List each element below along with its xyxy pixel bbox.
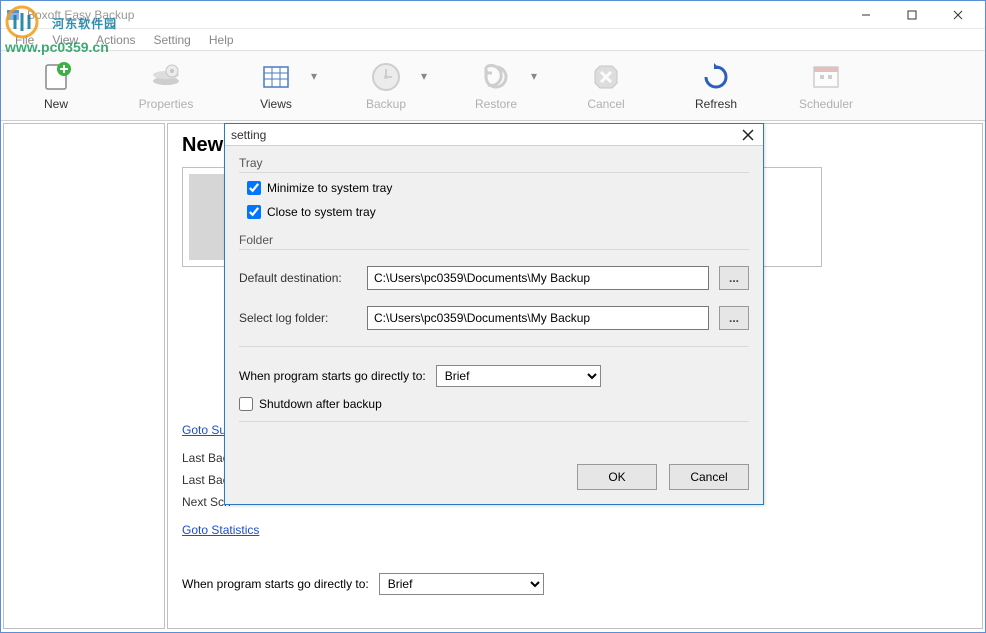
maximize-button[interactable] (889, 1, 935, 29)
app-icon (5, 7, 21, 23)
toolbar-refresh-label: Refresh (695, 97, 737, 111)
properties-icon (150, 61, 182, 93)
settings-dialog: setting Tray Minimize to system tray Clo… (224, 123, 764, 505)
shutdown-checkbox[interactable] (239, 397, 253, 411)
menu-help[interactable]: Help (201, 31, 242, 49)
dialog-titlebar: setting (225, 124, 763, 146)
shutdown-row[interactable]: Shutdown after backup (239, 397, 749, 411)
toolbar-restore: Restore ▾ (441, 55, 551, 117)
close-tray-checkbox[interactable] (247, 205, 261, 219)
cancel-icon (590, 61, 622, 93)
dialog-close-button[interactable] (739, 126, 757, 144)
goto-statistics-link[interactable]: Goto Statistics (182, 523, 259, 537)
chevron-down-icon: ▾ (531, 69, 541, 83)
minimize-button[interactable] (843, 1, 889, 29)
menu-setting[interactable]: Setting (146, 31, 199, 49)
window-title: Boxoft Easy Backup (27, 8, 843, 22)
folder-section-label: Folder (239, 233, 749, 250)
restore-icon (480, 61, 512, 93)
log-folder-input[interactable] (367, 306, 709, 330)
backup-icon (370, 61, 402, 93)
dialog-start-label: When program starts go directly to: (239, 369, 426, 383)
minimize-tray-label: Minimize to system tray (267, 181, 392, 195)
toolbar-views-label: Views (260, 97, 292, 111)
toolbar-new-label: New (44, 97, 68, 111)
menu-view[interactable]: View (44, 31, 86, 49)
menu-bar: File View Actions Setting Help (1, 29, 985, 51)
dialog-title: setting (231, 128, 739, 142)
sidebar (3, 123, 165, 629)
default-dest-label: Default destination: (239, 271, 357, 285)
minimize-tray-row[interactable]: Minimize to system tray (247, 181, 749, 195)
log-folder-browse-button[interactable]: ... (719, 306, 749, 330)
title-bar: Boxoft Easy Backup (1, 1, 985, 29)
chevron-down-icon: ▾ (421, 69, 431, 83)
log-folder-label: Select log folder: (239, 311, 357, 325)
close-icon (742, 129, 754, 141)
toolbar-backup-label: Backup (366, 97, 406, 111)
new-icon (40, 61, 72, 93)
shutdown-label: Shutdown after backup (259, 397, 382, 411)
toolbar-backup: Backup ▾ (331, 55, 441, 117)
toolbar-scheduler-label: Scheduler (799, 97, 853, 111)
minimize-tray-checkbox[interactable] (247, 181, 261, 195)
menu-actions[interactable]: Actions (88, 31, 143, 49)
toolbar-refresh[interactable]: Refresh (661, 55, 771, 117)
toolbar-properties: Properties (111, 55, 221, 117)
dialog-start-select[interactable]: Brief (436, 365, 601, 387)
toolbar-restore-label: Restore (475, 97, 517, 111)
default-dest-browse-button[interactable]: ... (719, 266, 749, 290)
toolbar: New Properties Views ▾ Backup ▾ Restore … (1, 51, 985, 121)
toolbar-cancel-label: Cancel (587, 97, 624, 111)
ok-button[interactable]: OK (577, 464, 657, 490)
toolbar-cancel: Cancel (551, 55, 661, 117)
start-directly-label: When program starts go directly to: (182, 577, 369, 591)
toolbar-new[interactable]: New (1, 55, 111, 117)
close-tray-row[interactable]: Close to system tray (247, 205, 749, 219)
scheduler-icon (810, 61, 842, 93)
refresh-icon (700, 61, 732, 93)
close-tray-label: Close to system tray (267, 205, 376, 219)
cancel-button[interactable]: Cancel (669, 464, 749, 490)
tray-section-label: Tray (239, 156, 749, 173)
toolbar-views[interactable]: Views ▾ (221, 55, 331, 117)
toolbar-properties-label: Properties (139, 97, 194, 111)
chevron-down-icon[interactable]: ▾ (311, 69, 321, 83)
views-icon (260, 61, 292, 93)
start-directly-select[interactable]: Brief (379, 573, 544, 595)
toolbar-scheduler: Scheduler (771, 55, 881, 117)
close-button[interactable] (935, 1, 981, 29)
default-dest-input[interactable] (367, 266, 709, 290)
menu-file[interactable]: File (7, 31, 42, 49)
